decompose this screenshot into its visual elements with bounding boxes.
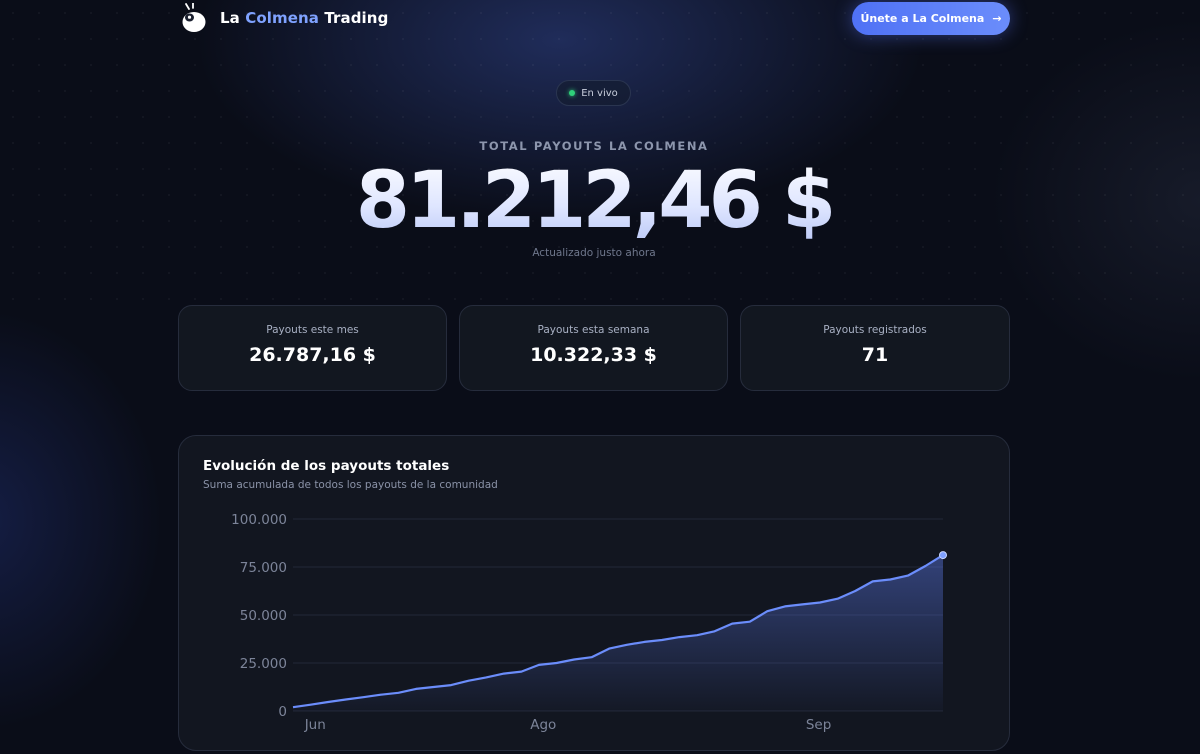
arrow-right-icon: → <box>992 12 1002 25</box>
brand-name-accent: Colmena <box>245 9 319 27</box>
updated-status: Actualizado justo ahora <box>532 247 656 259</box>
payouts-area-chart[interactable]: 0 25.000 50.000 75.000 100.000 Jun Ago Sep <box>179 436 1009 750</box>
live-badge: En vivo <box>556 80 631 106</box>
stat-card-count: Payouts registrados 71 <box>740 305 1010 391</box>
brand-name-prefix: La <box>220 9 240 27</box>
series-area <box>293 555 943 711</box>
stat-value: 10.322,33 $ <box>530 344 657 366</box>
stat-card-month: Payouts este mes 26.787,16 $ <box>178 305 447 391</box>
last-point <box>939 551 947 560</box>
y-tick-label: 50.000 <box>240 608 287 624</box>
stat-value: 26.787,16 $ <box>249 344 376 366</box>
x-tick-label: Sep <box>806 717 831 733</box>
brand-name: La Colmena Trading <box>220 9 388 27</box>
x-tick-label: Ago <box>530 717 556 733</box>
x-tick-label: Jun <box>304 717 326 733</box>
stat-label: Payouts este mes <box>266 324 359 336</box>
brand-name-suffix: Trading <box>324 9 389 27</box>
join-button[interactable]: Únete a La Colmena → <box>852 2 1010 35</box>
y-tick-label: 0 <box>278 704 287 720</box>
y-tick-label: 75.000 <box>240 560 287 576</box>
brand[interactable]: La Colmena Trading <box>180 3 388 33</box>
join-button-label: Únete a La Colmena <box>860 12 985 25</box>
y-tick-label: 25.000 <box>240 656 287 672</box>
total-payouts-value: 81.212,46 $ <box>0 151 1188 251</box>
stat-value: 71 <box>861 344 889 366</box>
stat-label: Payouts registrados <box>823 324 927 336</box>
stat-card-week: Payouts esta semana 10.322,33 $ <box>459 305 728 391</box>
live-status-dot <box>569 90 576 96</box>
live-badge-label: En vivo <box>581 87 618 99</box>
stat-label: Payouts esta semana <box>537 324 650 336</box>
y-tick-label: 100.000 <box>231 512 287 528</box>
payouts-chart-card: Evolución de los payouts totales Suma ac… <box>178 435 1010 751</box>
bee-logo-icon <box>182 3 206 32</box>
